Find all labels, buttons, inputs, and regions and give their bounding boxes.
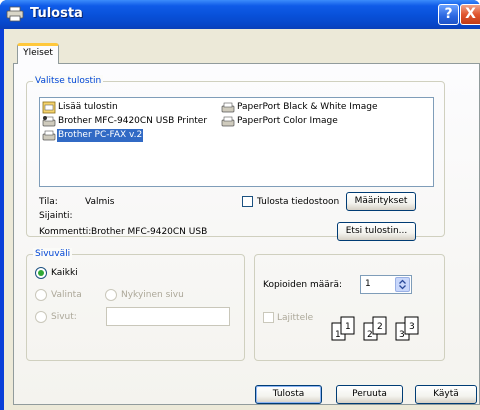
copies-label: Kopioiden määrä: <box>263 280 343 290</box>
printer-icon <box>221 102 235 113</box>
printer-icon <box>221 116 235 127</box>
window-title: Tulosta <box>30 6 83 21</box>
status-value: Valmis <box>85 197 115 207</box>
collate-page-number: 2 <box>377 322 383 332</box>
printer-icon <box>42 130 56 141</box>
cancel-button[interactable]: Peruuta <box>336 385 403 404</box>
collate-page-number: 3 <box>409 322 415 332</box>
status-label: Tila: <box>39 197 58 207</box>
printer-item-label: Brother MFC-9420CN USB Printer <box>58 116 208 126</box>
title-bar[interactable]: Tulosta ? X <box>0 0 480 29</box>
selection-radio[interactable] <box>35 289 47 301</box>
pages-input[interactable] <box>106 307 230 326</box>
current-page-label: Nykyinen sivu <box>121 290 184 300</box>
collate-checkbox[interactable] <box>263 312 274 323</box>
comment-label: Kommentti: <box>39 227 92 237</box>
all-pages-label: Kaikki <box>51 268 78 278</box>
printer-item-label: PaperPort Color Image <box>237 116 338 126</box>
comment-value: Brother MFC-9420CN USB <box>91 227 208 237</box>
collate-page-number: 1 <box>335 330 341 340</box>
copies-value: 1 <box>365 279 371 289</box>
page-range-group: Sivuväli Kaikki Valinta Nykyinen sivu Si… <box>26 248 245 361</box>
collate-page-number: 2 <box>367 330 373 340</box>
tab-general[interactable]: Yleiset <box>17 43 59 64</box>
pages-radio[interactable] <box>35 311 47 323</box>
printer-item-label: Lisää tulostin <box>58 102 118 112</box>
copies-spinner[interactable] <box>395 277 410 292</box>
page-range-group-label: Sivuväli <box>33 248 73 260</box>
printer-item-label: Brother PC-FAX v.2 <box>57 129 144 142</box>
help-button[interactable]: ? <box>438 4 459 25</box>
printer-item-label: PaperPort Black & White Image <box>237 102 378 112</box>
printer-list[interactable]: Lisää tulostin Brother MFC-9420CN USB Pr… <box>39 97 434 187</box>
dialog-body: Yleiset Valitse tulostin Lisää tulostin <box>4 29 480 410</box>
tab-panel: Valitse tulostin Lisää tulostin Brother … <box>13 63 480 405</box>
collate-preview-icon: 1 1 2 2 3 3 <box>331 316 419 341</box>
copies-group: Kopioiden määrä: 1 Lajittele 1 1 2 2 3 3 <box>254 254 445 361</box>
collate-page-number: 1 <box>345 322 351 332</box>
collate-label: Lajittele <box>277 313 314 323</box>
default-printer-icon <box>42 116 56 127</box>
spinner-arrows-icon <box>399 279 406 290</box>
add-printer-icon <box>42 101 56 114</box>
select-printer-group: Valitse tulostin Lisää tulostin Brother … <box>26 75 445 241</box>
find-printer-button[interactable]: Etsi tulostin... <box>337 222 416 241</box>
selection-label: Valinta <box>51 290 82 300</box>
collate-page-number: 3 <box>399 330 405 340</box>
copies-input[interactable]: 1 <box>360 275 412 294</box>
close-button[interactable]: X <box>460 4 480 25</box>
print-to-file-label: Tulosta tiedostoon <box>257 197 340 207</box>
print-button[interactable]: Tulosta <box>255 385 322 404</box>
pages-label: Sivut: <box>51 312 77 322</box>
apply-button[interactable]: Käytä <box>415 385 477 404</box>
all-pages-radio[interactable] <box>35 267 47 279</box>
current-page-radio[interactable] <box>105 289 117 301</box>
location-label: Sijainti: <box>39 211 73 221</box>
printer-icon <box>6 6 24 22</box>
radio-selected-dot <box>38 270 44 276</box>
print-to-file-checkbox[interactable] <box>242 196 253 207</box>
preferences-button[interactable]: Määritykset <box>346 192 416 211</box>
select-printer-group-label: Valitse tulostin <box>33 75 104 87</box>
print-dialog: Tulosta ? X Yleiset Valitse tulostin Lis… <box>0 0 480 410</box>
